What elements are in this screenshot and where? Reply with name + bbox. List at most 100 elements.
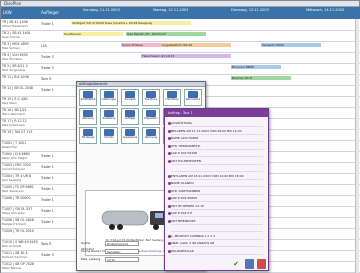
col-lkw-header[interactable]: LKW: [3, 10, 12, 15]
field-bullet-icon: [168, 122, 171, 125]
detail-field[interactable]: [171, 225, 263, 232]
driver-name: Hans Weinhard: [2, 112, 25, 116]
confirm-icon[interactable]: ✔: [231, 259, 241, 269]
module-icon: [104, 91, 114, 98]
driver-name: Paul Moritzen: [2, 57, 23, 61]
trailer-cell: Trailer 1: [41, 220, 54, 224]
module-icon: [125, 129, 135, 136]
close-icon[interactable]: [257, 259, 266, 269]
detail-field[interactable]: ANZL Liefer 2 66 ANZAHL 68: [171, 240, 263, 247]
tour-bar[interactable]: Auguste/Ruhr 09:19: [161, 43, 231, 47]
field-bullet-icon: [168, 182, 171, 185]
module-tile[interactable]: Fahrzeuge: [79, 127, 97, 144]
trailer-cell: Trailer 1: [41, 165, 54, 169]
driver-name: Paul Wien: [2, 101, 17, 105]
driver-name: Hellgard Schadr: [2, 222, 26, 226]
trailer-cell: Tank R: [41, 242, 52, 246]
module-tile[interactable]: Lieferungen: [100, 89, 118, 106]
module-label: Abholung: [82, 117, 94, 120]
module-tile[interactable]: Aufträge: [121, 108, 139, 125]
driver-name: Paul Sorgenaus: [2, 68, 26, 72]
detail-field[interactable]: LKZ D PLZ 45899: [171, 195, 263, 202]
tour-bar[interactable]: Brunnen BBDE: [231, 65, 281, 69]
module-icon: [83, 91, 93, 98]
tour-bar[interactable]: Ikas Marktn 05 - Zelnhoch: [126, 32, 206, 36]
detail-field[interactable]: POLKORMULAR: [171, 248, 263, 255]
field-bullet-icon: [168, 234, 171, 238]
field-bullet-icon: [168, 204, 171, 208]
module-tile[interactable]: Auswertung: [121, 127, 139, 144]
detail-field[interactable]: LKZ D PLZ 59348: [171, 150, 263, 157]
tour-bar[interactable]: Stuttgart S/K 5/19/09 Ruse (Quadra+ 20:4…: [71, 21, 191, 25]
module-tile[interactable]: Transport: [121, 89, 139, 106]
trailer-cell: Trailer 3: [41, 253, 54, 257]
tour-bar[interactable]: Kaufbeuren: [63, 32, 123, 36]
detail-field[interactable]: ORT IM WIENER 12-15: [171, 203, 263, 210]
module-tile[interactable]: Nachnahme: [184, 89, 202, 106]
module-icon: [83, 129, 93, 136]
module-icon: [146, 129, 156, 136]
detail-field[interactable]: BELADEN AM 17.11.2003 VON 08:00 BIS 12:0…: [171, 128, 263, 135]
module-label: Disposition: [144, 117, 158, 120]
module-icon: [188, 91, 198, 98]
module-icon: [146, 91, 156, 98]
module-tile[interactable]: Rechnung: [142, 127, 160, 144]
field-bullet-icon: [168, 129, 171, 133]
search-destination-field[interactable]: Kempten: [105, 248, 139, 254]
field-bullet-icon: [168, 212, 171, 215]
module-icon: [146, 110, 156, 117]
save-icon[interactable]: [245, 259, 254, 269]
module-tile[interactable]: SAUERBÄCK: [79, 89, 97, 106]
trailer-cell: LLR: [41, 44, 47, 48]
tour-bar[interactable]: Versanto 6000: [261, 43, 321, 47]
driver-name: Paul Sieverson: [2, 189, 24, 193]
date-header-2: Montag, 12.11.2003: [153, 8, 189, 12]
module-icon: [167, 91, 177, 98]
module-icon: [83, 110, 93, 117]
module-tile[interactable]: Abholung: [79, 108, 97, 125]
order-detail-dialog: Auftrag - Tour 1 AUSRÜSTUNG BELADEN AM 17…: [164, 108, 269, 271]
detail-field[interactable]: NAME ALDI HAMM: [171, 135, 263, 142]
driver-name: Arnold Schauer: [2, 167, 25, 171]
module-label: Aufträge: [124, 117, 136, 120]
field-bullet-icon: [168, 152, 171, 155]
field-bullet-icon: [168, 249, 171, 253]
detail-field[interactable]: ENTLADEN AM 18.11.2003 VON 14:00 BIS 18:…: [171, 173, 263, 180]
search-pickup-field[interactable]: Zintecmonrod: [105, 240, 139, 246]
disoplan-window: DisoPlan LKW Auflieger Sonntag, 11.11.20…: [0, 0, 360, 273]
vertical-scrollbar[interactable]: [355, 19, 359, 273]
detail-field[interactable]: AUSRÜSTUNG: [171, 120, 263, 127]
module-icon: [125, 91, 135, 98]
schedule-header: LKW Auflieger Sonntag, 11.11.2003 Montag…: [1, 7, 360, 19]
detail-field[interactable]: ORT HAUSENHOFEN: [171, 158, 263, 165]
module-icon: [104, 129, 114, 136]
module-tile[interactable]: Frachtbrief: [163, 89, 181, 106]
tour-bar[interactable]: Fleischwerk (2) 19:17: [141, 54, 231, 58]
detail-field[interactable]: [171, 165, 263, 172]
module-label: Auswertung: [122, 136, 138, 139]
detail-field[interactable]: STR. HERMANNSTR.: [171, 143, 263, 150]
module-tile[interactable]: Speditions: [142, 89, 160, 106]
tour-bar[interactable]: Santu Prtzesa: [121, 43, 161, 47]
tour-bar[interactable]: Bremen DT-O: [231, 76, 291, 80]
col-auflieger-header[interactable]: Auflieger: [41, 10, 59, 15]
module-tile[interactable]: Kunden: [100, 127, 118, 144]
vehicle-driver-cell: TR 11 | B K 4036: [2, 75, 29, 79]
driver-name: Karl Seeberg: [2, 178, 22, 182]
detail-field[interactable]: L. PRODUKT CAMBRIA L 2 3 4: [171, 233, 263, 240]
module-tile[interactable]: Disposition: [142, 108, 160, 125]
module-tile[interactable]: Zustellung: [100, 108, 118, 125]
driver-name: Ralph Frer: [2, 145, 18, 149]
detail-field[interactable]: ORT BEIENDORF: [171, 218, 263, 225]
trailer-cell: Trailer 1: [41, 209, 54, 213]
vehicle-driver-cell: T1006 | TR 00000: [2, 196, 31, 200]
trailer-cell: Trailer 1: [41, 176, 54, 180]
detail-field[interactable]: STR. DORTMANNER: [171, 188, 263, 195]
trailer-cell: Tank R: [41, 77, 52, 81]
trailer-cell: Trailer 1: [41, 154, 54, 158]
detail-field[interactable]: NAME OLANDO: [171, 180, 263, 187]
driver-name: Max Sohren: [2, 46, 20, 50]
max-load-field[interactable]: 13 to: [105, 256, 139, 262]
detail-field[interactable]: LKZ D PLZ 5 E: [171, 210, 263, 217]
vehicle-driver-cell: T1009 | TR OL 2010: [2, 229, 34, 233]
